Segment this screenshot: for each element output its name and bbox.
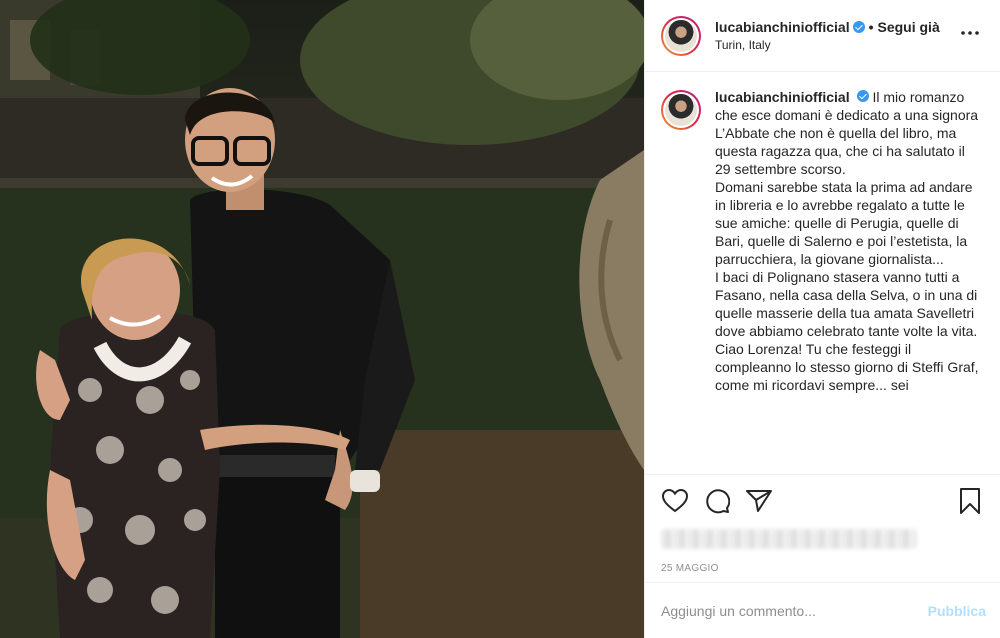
author-username[interactable]: lucabianchiniofficial xyxy=(715,19,850,35)
post-photo[interactable] xyxy=(0,0,644,638)
heart-icon[interactable] xyxy=(661,487,689,515)
bookmark-icon[interactable] xyxy=(956,487,984,515)
verified-badge-icon xyxy=(852,21,865,33)
avatar-image xyxy=(665,94,697,126)
dirt-ground xyxy=(360,430,644,638)
post-header: lucabianchiniofficial • Segui già Turin,… xyxy=(645,0,1000,72)
location-link[interactable]: Turin, Italy xyxy=(715,38,954,52)
caption-paragraph: Ciao Lorenza! Tu che festeggi il complea… xyxy=(715,341,979,393)
post-sidebar: lucabianchiniofficial • Segui già Turin,… xyxy=(644,0,1000,638)
author-info: lucabianchiniofficial • Segui già Turin,… xyxy=(715,19,954,52)
publish-button[interactable]: Pubblica xyxy=(928,603,986,619)
caption-paragraph: Domani sarebbe stata la prima ad andare … xyxy=(715,179,973,267)
comment-input[interactable] xyxy=(661,602,928,619)
post-caption: lucabianchiniofficial Il mio romanzo che… xyxy=(645,72,1000,474)
author-avatar[interactable] xyxy=(661,15,701,56)
separator-dot: • xyxy=(868,19,874,35)
post-date[interactable]: 25 MAGGIO xyxy=(661,563,984,574)
more-options-icon[interactable] xyxy=(954,21,986,50)
follow-button[interactable]: Segui già xyxy=(878,19,940,35)
instagram-post: lucabianchiniofficial • Segui già Turin,… xyxy=(0,0,1000,638)
caption-avatar[interactable] xyxy=(661,90,701,130)
caption-paragraph: I baci di Polignano stasera vanno tutti … xyxy=(715,269,978,339)
post-actions: 25 MAGGIO xyxy=(645,474,1000,574)
photo-illustration xyxy=(0,0,644,638)
likes-count-blurred[interactable] xyxy=(661,527,984,555)
wall-ledge xyxy=(0,178,644,188)
caption-username[interactable]: lucabianchiniofficial xyxy=(715,89,850,105)
caption-text: lucabianchiniofficial Il mio romanzo che… xyxy=(715,88,984,474)
verified-badge-icon xyxy=(856,90,869,102)
comment-box: Pubblica xyxy=(645,582,1000,638)
send-icon[interactable] xyxy=(745,487,773,515)
comment-icon[interactable] xyxy=(703,487,731,515)
avatar-image xyxy=(665,19,697,52)
